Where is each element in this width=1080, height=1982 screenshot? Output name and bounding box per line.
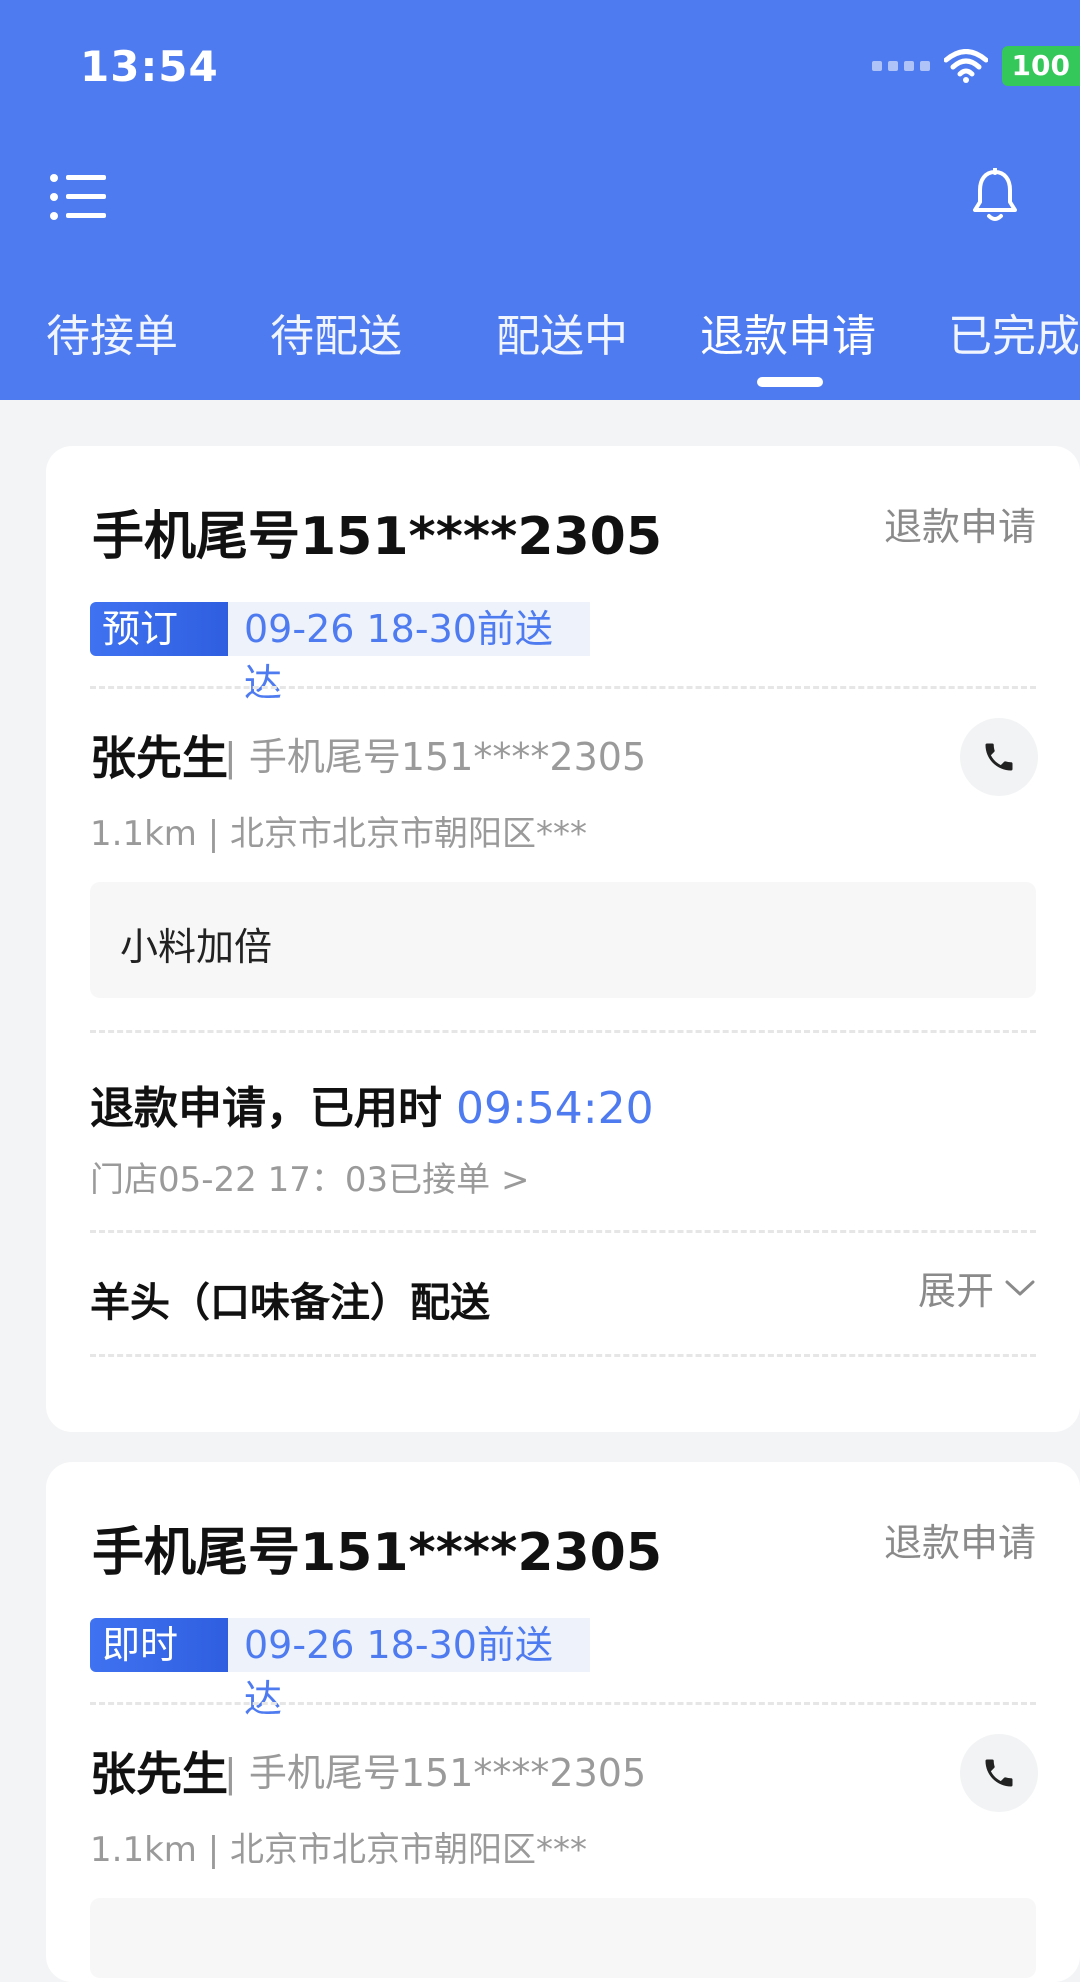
customer-name: 张先生 [90, 1747, 228, 1801]
delivery-time: 09-26 18-30前送达 [244, 607, 553, 705]
order-note-box: 小料加倍 [90, 882, 1036, 998]
customer-name: 张先生 [90, 731, 228, 785]
refund-timer: 09:54:20 [456, 1083, 654, 1134]
call-button[interactable] [960, 718, 1038, 796]
menu-icon[interactable] [50, 172, 106, 222]
divider [90, 1702, 1036, 1705]
phone-icon [985, 1759, 1013, 1787]
divider [90, 1030, 1036, 1033]
tab-bar: 待接单 待配送 配送中 退款申请 已完成 [0, 300, 1080, 380]
customer-phone: | 手机尾号151****2305 [224, 735, 647, 779]
divider [90, 686, 1036, 689]
phone-icon [985, 743, 1013, 771]
tab-delivering[interactable]: 配送中 [496, 300, 628, 364]
divider [90, 1354, 1036, 1357]
status-icons: 100 [871, 46, 1080, 86]
order-type-badge: 即时 [90, 1618, 228, 1672]
store-accept-link[interactable]: 门店05-22 17：03已接单 > [90, 1152, 529, 1201]
order-note-box [90, 1898, 1036, 1978]
tab-active-indicator [757, 377, 823, 387]
tab-refund-request[interactable]: 退款申请 [700, 300, 876, 364]
customer-address: 1.1km | 北京市北京市朝阳区*** [90, 814, 587, 854]
customer-address: 1.1km | 北京市北京市朝阳区*** [90, 1830, 587, 1870]
order-note: 小料加倍 [120, 925, 273, 969]
expand-label: 展开 [917, 1269, 994, 1313]
wifi-icon [943, 49, 988, 83]
tab-pending-accept[interactable]: 待接单 [46, 300, 178, 364]
delivery-time: 09-26 18-30前送达 [244, 1623, 553, 1721]
status-time: 13:54 [80, 42, 219, 91]
refund-elapsed: 退款申请，已用时 09:54:20 [90, 1072, 654, 1136]
customer-phone: | 手机尾号151****2305 [224, 1751, 647, 1795]
bell-icon[interactable] [970, 168, 1020, 224]
header: 13:54 100 待接单 待配送 配送中 退款申请 已完成 [0, 0, 1080, 400]
battery-indicator: 100 [1001, 46, 1080, 86]
order-card[interactable]: 手机尾号151****2305 退款申请 预订 09-26 18-30前送达 张… [46, 446, 1080, 1432]
order-type-badge: 预订 [90, 602, 228, 656]
call-button[interactable] [960, 1734, 1038, 1812]
order-title: 手机尾号151****2305 [92, 507, 663, 567]
order-status: 退款申请 [883, 505, 1036, 549]
tab-pending-delivery[interactable]: 待配送 [270, 300, 402, 364]
expand-button[interactable]: 展开 [918, 1260, 1036, 1315]
tab-completed[interactable]: 已完成 [948, 300, 1080, 364]
divider [90, 1230, 1036, 1233]
signal-icon [871, 61, 930, 71]
order-items: 羊头（口味备注）配送 [90, 1280, 490, 1326]
order-status: 退款申请 [883, 1521, 1036, 1565]
chevron-down-icon [1005, 1280, 1035, 1295]
refund-label: 退款申请，已用时 [90, 1083, 442, 1134]
order-title: 手机尾号151****2305 [92, 1523, 663, 1583]
order-card[interactable]: 手机尾号151****2305 退款申请 即时 09-26 18-30前送达 张… [46, 1462, 1080, 1982]
